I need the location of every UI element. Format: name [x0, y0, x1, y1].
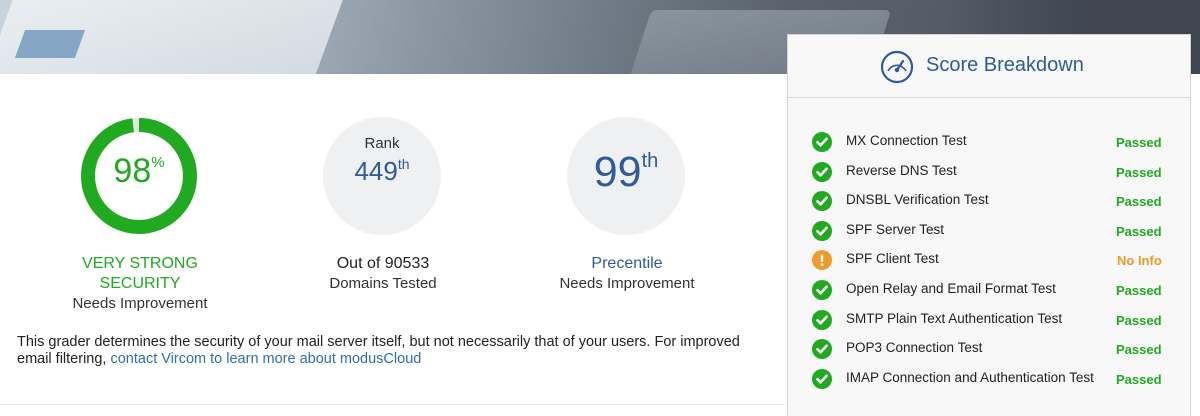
security-rating-note: Needs Improvement	[72, 295, 208, 312]
test-name: SPF Server Test	[846, 221, 945, 237]
test-status: Passed	[1116, 371, 1162, 387]
test-row: SPF Client Test No Info	[788, 248, 1190, 272]
test-status: Passed	[1116, 342, 1162, 358]
test-row: SPF Server Test Passed	[788, 219, 1190, 243]
panel-header: Score Breakdown	[788, 35, 1190, 98]
percentile-note: Needs Improvement	[559, 275, 695, 292]
rank-value: 449th	[354, 156, 410, 186]
rank-total: Out of 90533	[336, 255, 430, 272]
test-name: Open Relay and Email Format Test	[846, 281, 1056, 296]
test-status: Passed	[1116, 164, 1162, 180]
check-icon	[812, 191, 832, 212]
test-row: SMTP Plain Text Authentication Test Passe…	[788, 308, 1190, 332]
test-row: IMAP Connection and Authentication Test P…	[788, 367, 1190, 391]
test-name: SPF Client Test	[846, 251, 939, 267]
test-name: MX Connection Test	[846, 133, 967, 148]
test-row: POP3 Connection Test Passed	[788, 337, 1190, 361]
test-name: SMTP Plain Text Authentication Test	[846, 310, 1063, 326]
test-status: Passed	[1116, 283, 1162, 298]
test-status: Passed	[1116, 223, 1162, 239]
test-status: Passed	[1116, 312, 1162, 328]
security-score-value: 98%	[113, 152, 165, 190]
test-name: IMAP Connection and Authentication Test	[846, 369, 1094, 385]
check-icon	[812, 132, 832, 152]
test-name: POP3 Connection Test	[846, 340, 983, 356]
divider	[0, 404, 785, 405]
check-icon	[812, 220, 832, 241]
check-icon	[812, 309, 832, 330]
warning-icon	[812, 250, 832, 271]
percentile-label: Precentile	[591, 255, 663, 272]
test-name: Reverse DNS Test	[846, 162, 957, 178]
test-status: Passed	[1116, 135, 1162, 150]
panel-title: Score Breakdown	[926, 54, 1084, 76]
check-icon	[812, 280, 832, 300]
check-icon	[812, 368, 832, 389]
check-icon	[812, 161, 832, 182]
rank-label: Rank	[364, 135, 400, 152]
test-row: Open Relay and Email Format Test Passed	[788, 278, 1190, 302]
score-breakdown-panel: Score Breakdown MX Connection Test Passed…	[787, 34, 1191, 416]
test-status: No Info	[1117, 253, 1162, 269]
rank-total-caption: Domains Tested	[329, 275, 437, 292]
test-row: MX Connection Test Passed	[788, 130, 1190, 154]
vircom-contact-link[interactable]: contact Vircom to learn more about modus…	[110, 351, 421, 367]
security-rating: VERY STRONG SECURITY	[82, 255, 198, 292]
percentile-value: 99th	[593, 148, 659, 196]
test-row: DNSBL Verification Test Passed	[788, 189, 1190, 213]
check-icon	[812, 339, 832, 360]
test-name: DNSBL Verification Test	[846, 192, 989, 208]
test-status: Passed	[1116, 194, 1162, 210]
grader-description: This grader determines the security of y…	[17, 334, 740, 367]
gauge-icon	[880, 50, 914, 84]
test-row: Reverse DNS Test Passed	[788, 160, 1190, 184]
